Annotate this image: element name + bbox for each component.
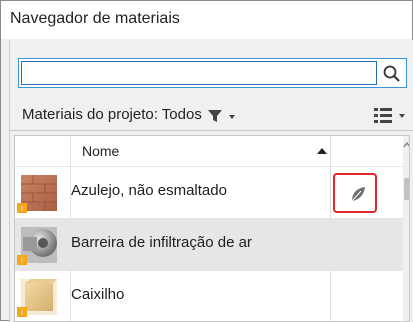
search-input[interactable]	[21, 61, 377, 85]
browser-panel: Materiais do projeto: Todos Nome ! Azule…	[9, 40, 413, 322]
material-name: Caixilho	[71, 286, 125, 303]
search-icon[interactable]	[382, 64, 402, 84]
leaf-icon[interactable]	[349, 185, 367, 203]
scroll-up-chevron-icon[interactable]	[403, 142, 410, 148]
column-header-name[interactable]: Nome	[82, 143, 119, 159]
search-box	[18, 58, 407, 88]
material-name: Barreira de infiltração de ar	[71, 234, 252, 251]
sustainability-highlight	[333, 173, 377, 213]
table-row[interactable]: ! Caixilho	[15, 270, 403, 321]
brick-material-thumbnail-icon: !	[17, 175, 57, 213]
wood-material-thumbnail-icon: !	[17, 279, 57, 317]
scrollbar-thumb[interactable]	[404, 178, 409, 200]
table-row[interactable]: ! Barreira de infiltração de ar	[15, 218, 403, 270]
title-bar: Navegador de materiais	[1, 1, 412, 39]
material-name: Azulejo, não esmaltado	[71, 182, 227, 199]
svg-text:!: !	[21, 310, 23, 317]
air-barrier-material-thumbnail-icon: !	[17, 227, 57, 265]
filter-bar: Materiais do projeto: Todos	[10, 100, 413, 131]
project-materials-label: Materiais do projeto: Todos	[22, 106, 202, 123]
materials-table: Nome ! Azulejo, não esmaltado ! Barreira…	[14, 135, 410, 322]
table-header: Nome	[15, 136, 403, 166]
vertical-scrollbar[interactable]	[403, 136, 410, 321]
material-browser-window: Navegador de materiais Materiais do proj…	[0, 0, 413, 322]
view-options-list-icon[interactable]	[372, 106, 408, 126]
sort-ascending-icon[interactable]	[317, 148, 327, 154]
filter-icon[interactable]	[207, 108, 223, 124]
table-row[interactable]: ! Azulejo, não esmaltado	[15, 166, 403, 218]
filter-dropdown-chevron-down-icon[interactable]	[228, 113, 236, 121]
window-title: Navegador de materiais	[10, 10, 180, 27]
svg-text:!: !	[21, 206, 23, 213]
svg-text:!: !	[21, 258, 23, 265]
